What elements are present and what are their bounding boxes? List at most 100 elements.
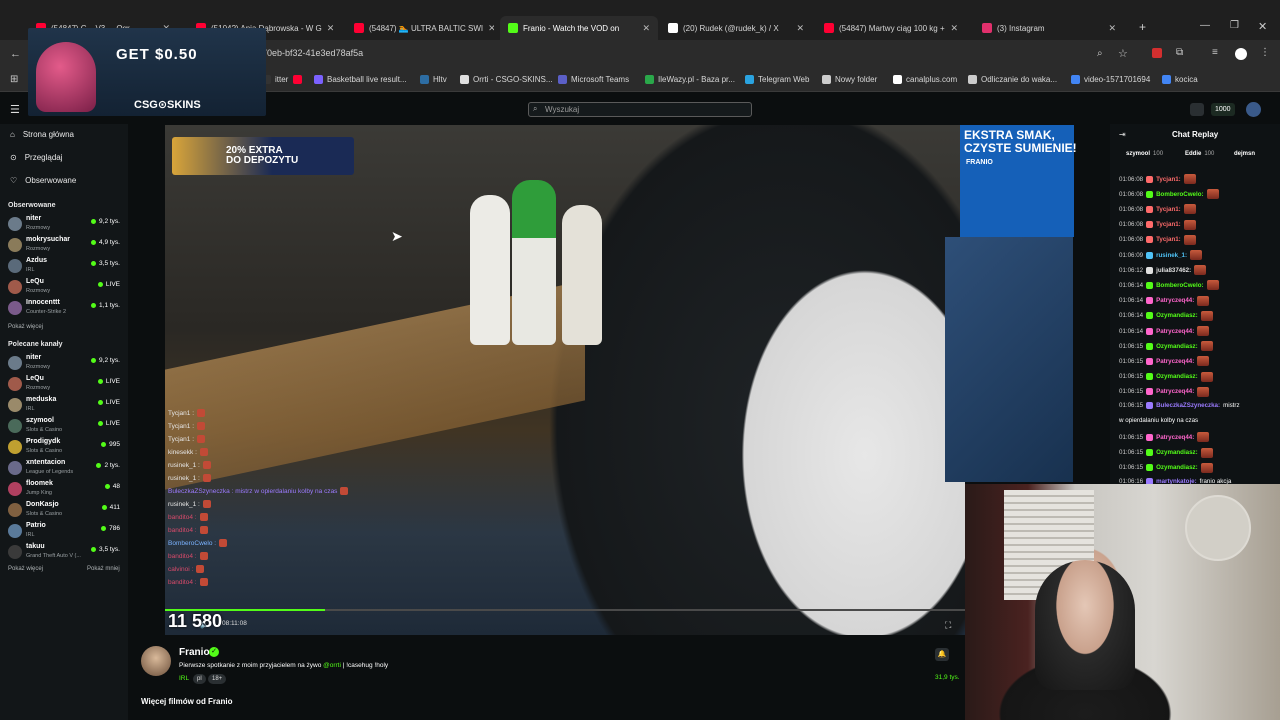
notification-bell-icon[interactable]: 🔔	[935, 648, 949, 661]
browser-tab[interactable]: (54847) 🏊 ULTRA BALTIC SWI ✕	[346, 16, 494, 40]
bookmark-item[interactable]	[293, 75, 306, 84]
tag-18-plus[interactable]: 18+	[208, 674, 227, 684]
channel-item[interactable]: szymool Slots & Casino LIVE	[8, 416, 122, 436]
chat-username[interactable]: Patryczeq44:	[1156, 297, 1194, 304]
channel-item[interactable]: Prodigydk Slots & Casino 995	[8, 437, 122, 457]
bookmark-item[interactable]: IleWazy.pl - Baza pr...	[645, 75, 735, 84]
chat-username[interactable]: Patryczeq44:	[1156, 328, 1194, 335]
coins-balance[interactable]: 1000	[1211, 103, 1235, 116]
chat-username[interactable]: rusinek_1:	[1156, 252, 1187, 259]
csgoskins-ad[interactable]: GET $0.50 CSG⊙SKINS	[28, 28, 266, 116]
chat-username[interactable]: Tycjan1:	[1156, 221, 1181, 228]
promo-banner-right[interactable]: EKSTRA SMAK, CZYSTE SUMIENIE! FRANIO	[960, 125, 1077, 237]
extension-icon[interactable]	[1152, 48, 1162, 58]
maximize-icon[interactable]: ❐	[1230, 20, 1239, 31]
bookmark-item[interactable]: Odliczanie do waka...	[968, 75, 1057, 84]
bookmark-item[interactable]: kocica	[1162, 75, 1198, 84]
chat-username[interactable]: Tycjan1:	[1156, 206, 1181, 213]
chat-username[interactable]: Patryczeq44:	[1156, 388, 1194, 395]
library-icon[interactable]	[1190, 103, 1204, 116]
tab-close-icon[interactable]: ✕	[327, 23, 335, 34]
profile-avatar[interactable]	[1235, 48, 1247, 60]
channel-item[interactable]: Innocenttt Counter-Strike 2 1,1 tys.	[8, 298, 122, 318]
show-more-recommended-link[interactable]: Pokaż więcej	[8, 566, 43, 572]
channel-item[interactable]: niter Rozmowy 9,2 tys.	[8, 353, 122, 373]
chat-username[interactable]: Patryczeq44:	[1156, 434, 1194, 441]
channel-item[interactable]: xntentacion League of Legends 2 tys.	[8, 458, 122, 478]
chat-username[interactable]: Tycjan1:	[1156, 236, 1181, 243]
bookmark-item[interactable]: canalplus.com	[893, 75, 957, 84]
hamburger-menu-icon[interactable]: ☰	[10, 103, 20, 116]
menu-kebab-icon[interactable]: ⋮	[1260, 47, 1270, 58]
channel-item[interactable]: meduska IRL LIVE	[8, 395, 122, 415]
show-less-link[interactable]: Pokaż mniej	[87, 566, 120, 572]
tab-close-icon[interactable]: ✕	[1108, 23, 1116, 34]
fullscreen-icon[interactable]: ⛶	[945, 620, 951, 631]
close-window-icon[interactable]: ✕	[1258, 20, 1267, 33]
promo-banner-top[interactable]: 20% EXTRA DO DEPOZYTU	[172, 137, 354, 175]
bookmark-item[interactable]: Orrti - CSGO-SKINS...	[460, 75, 553, 84]
leaderboard-entry[interactable]: dejmsn	[1234, 151, 1258, 157]
bookmark-item[interactable]: Hltv	[420, 75, 447, 84]
tab-close-icon[interactable]: ✕	[950, 23, 958, 34]
channel-item[interactable]: niter Rozmowy 9,2 tys.	[8, 214, 122, 234]
streamer-name[interactable]: Franio	[179, 647, 210, 658]
sidebar-nav-item[interactable]: ⊙ Przeglądaj	[10, 153, 63, 162]
browser-tab[interactable]: Franio - Watch the VOD on ✕	[500, 16, 658, 40]
chat-username[interactable]: Ozymandiasz:	[1156, 343, 1198, 350]
leaderboard-entry[interactable]: Eddie 100	[1185, 151, 1214, 157]
new-tab-button[interactable]: +	[1139, 20, 1146, 34]
channel-item[interactable]: LeQu Rozmowy LIVE	[8, 374, 122, 394]
bookmark-item[interactable]: video-1571701694	[1071, 75, 1150, 84]
chat-username[interactable]: BomberoCwelo:	[1156, 191, 1203, 198]
streamer-avatar[interactable]	[141, 646, 171, 676]
bookmark-item[interactable]: Basketball live result...	[314, 75, 407, 84]
tab-close-icon[interactable]: ✕	[796, 23, 804, 34]
sidebar-nav-item[interactable]: ♡ Obserwowane	[10, 176, 76, 185]
chat-username[interactable]: BomberoCwelo:	[1156, 282, 1203, 289]
back-icon[interactable]: ←	[10, 48, 21, 60]
tag-pl[interactable]: pl	[193, 674, 206, 684]
extensions-puzzle-icon[interactable]: ⧉	[1176, 47, 1183, 58]
browser-tab[interactable]: (3) Instagram ✕	[974, 16, 1124, 40]
bookmark-item[interactable]: Microsoft Teams	[558, 75, 629, 84]
url-field[interactable]: 70eb-bf32-41e3ed78af5a	[262, 48, 363, 58]
volume-icon[interactable]: 🔈	[200, 621, 209, 629]
channel-item[interactable]: takuu Grand Theft Auto V (... 3,5 tys.	[8, 542, 122, 562]
chat-username[interactable]: Ozymandiasz:	[1156, 449, 1198, 456]
channel-item[interactable]: Azdus IRL 3,5 tys.	[8, 256, 122, 276]
progress-bar[interactable]	[165, 609, 965, 611]
leaderboard-entry[interactable]: szymool 100	[1126, 151, 1163, 157]
chat-username[interactable]: BuleczkaZSzyneczka:	[1156, 402, 1220, 409]
bookmark-item[interactable]: Telegram Web	[745, 75, 809, 84]
channel-item[interactable]: Patrio IRL 786	[8, 521, 122, 541]
minimize-icon[interactable]: —	[1200, 20, 1210, 31]
channel-item[interactable]: mokrysuchar Rozmowy 4,9 tys.	[8, 235, 122, 255]
apps-grid-icon[interactable]: ⊞	[10, 74, 18, 85]
chat-username[interactable]: Ozymandiasz:	[1156, 373, 1198, 380]
video-chat-line: rusinek_1 :	[168, 461, 211, 469]
show-more-followed-link[interactable]: Pokaż więcej	[8, 324, 43, 330]
tab-close-icon[interactable]: ✕	[642, 23, 650, 34]
channel-item[interactable]: LeQu Rozmowy LIVE	[8, 277, 122, 297]
bookmark-item[interactable]: Nowy folder	[822, 75, 877, 84]
chat-username[interactable]: Ozymandiasz:	[1156, 464, 1198, 471]
chat-username[interactable]: Ozymandiasz:	[1156, 312, 1198, 319]
browser-tab[interactable]: (20) Rudek (@rudek_k) / X ✕	[660, 16, 812, 40]
zoom-icon[interactable]: ⌕	[1097, 48, 1103, 59]
tab-close-icon[interactable]: ✕	[488, 23, 494, 34]
search-input[interactable]: Wyszukaj	[528, 102, 752, 117]
browser-tab[interactable]: (54847) Martwy ciąg 100 kg + ✕	[816, 16, 966, 40]
bookmark-star-icon[interactable]: ☆	[1118, 47, 1128, 60]
chat-username[interactable]: Tycjan1:	[1156, 176, 1181, 183]
collapse-chat-icon[interactable]: ⇥	[1119, 130, 1126, 139]
channel-item[interactable]: floomek Jump King 48	[8, 479, 122, 499]
chat-username[interactable]: Patryczeq44:	[1156, 358, 1194, 365]
chat-username[interactable]: julia837462:	[1156, 267, 1191, 274]
user-avatar[interactable]	[1246, 102, 1261, 117]
channel-item[interactable]: DonKasjo Slots & Casino 411	[8, 500, 122, 520]
media-control-icon[interactable]: ≡	[1212, 47, 1218, 58]
category-link[interactable]: IRL	[179, 675, 189, 682]
title-mention-link[interactable]: @orrti	[323, 662, 341, 669]
sidebar-nav-item[interactable]: ⌂ Strona główna	[10, 130, 74, 139]
